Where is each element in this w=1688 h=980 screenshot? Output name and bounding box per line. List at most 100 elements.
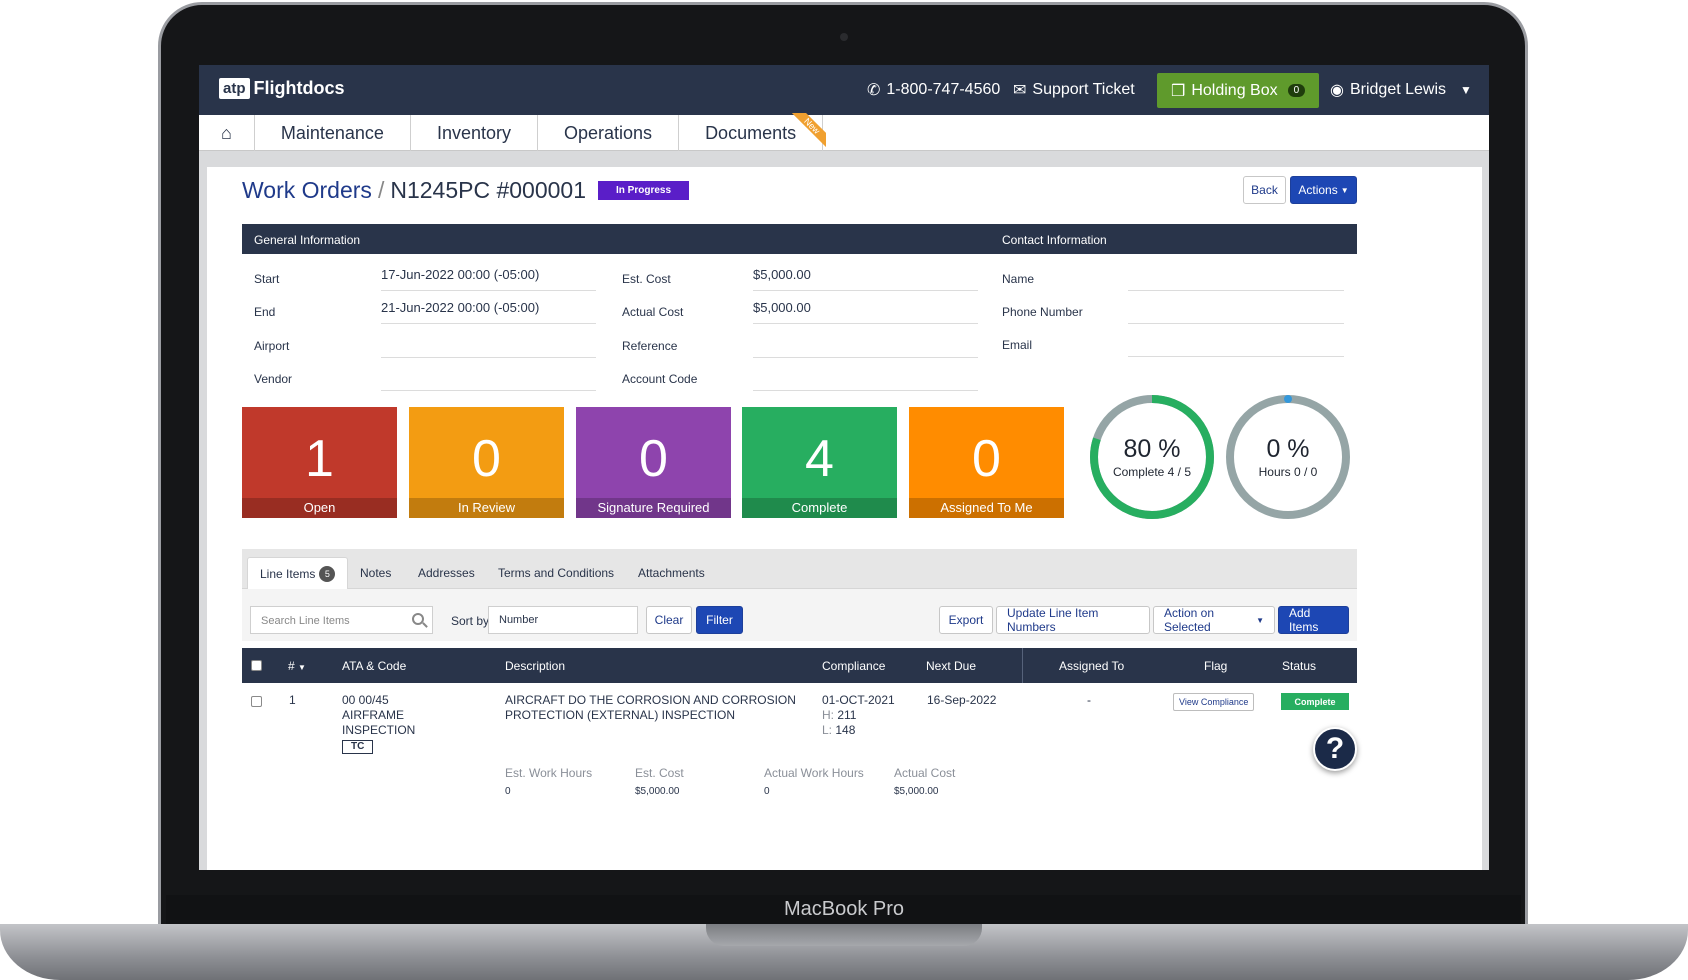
status-badge: In Progress (598, 181, 690, 200)
app-logo[interactable]: atp Flightdocs (219, 78, 345, 99)
help-button[interactable]: ? (1313, 727, 1357, 771)
tile-open-label: Open (242, 498, 397, 518)
device-label: MacBook Pro (783, 898, 905, 920)
nav-maintenance[interactable]: Maintenance (255, 115, 411, 151)
tile-assigned-label: Assigned To Me (909, 498, 1064, 518)
home-icon: ⌂ (221, 122, 232, 143)
tile-signature-label: Signature Required (576, 498, 731, 518)
phone-link[interactable]: ✆ 1-800-747-4560 (867, 65, 1000, 115)
end-label: End (254, 305, 276, 319)
logo-mark: atp (219, 78, 250, 99)
add-items-button[interactable]: Add Items (1278, 606, 1349, 634)
email-value (1128, 333, 1344, 357)
top-bar: atp Flightdocs ✆ 1-800-747-4560 ✉ Suppor… (199, 65, 1489, 115)
end-value: 21-Jun-2022 00:00 (-05:00) (381, 300, 596, 324)
holding-box-count: 0 (1287, 84, 1306, 97)
work-order-card: Work Orders / N1245PC #000001 In Progres… (207, 167, 1482, 870)
laptop-notch (706, 924, 982, 946)
nav-operations[interactable]: Operations (538, 115, 680, 151)
row-actual-cost-label: Actual Cost (894, 766, 956, 780)
nav-inventory[interactable]: Inventory (411, 115, 538, 151)
row-next-due: 16-Sep-2022 (927, 693, 997, 707)
row-actual-cost-value: $5,000.00 (894, 786, 939, 797)
sort-label: Sort by (451, 614, 490, 628)
actions-button[interactable]: Actions ▼ (1290, 176, 1357, 204)
tile-signature-required[interactable]: 0 Signature Required (576, 407, 731, 518)
tab-terms[interactable]: Terms and Conditions (486, 557, 626, 589)
camera (840, 33, 848, 41)
select-all-checkbox[interactable] (251, 660, 262, 671)
col-number[interactable]: # ▼ (288, 659, 306, 673)
completion-gauge: 80 % Complete 4 / 5 (1088, 393, 1216, 521)
tile-complete[interactable]: 4 Complete (742, 407, 897, 518)
breadcrumb-separator: / (377, 177, 385, 203)
tile-in-review[interactable]: 0 In Review (409, 407, 564, 518)
description-line1: AIRCRAFT DO THE CORROSION AND CORROSION (505, 693, 796, 707)
search-placeholder: Search Line Items (261, 615, 350, 627)
sort-caret-icon: ▼ (298, 663, 306, 672)
actions-label: Actions (1298, 183, 1338, 197)
tab-addresses[interactable]: Addresses (406, 557, 487, 589)
tab-line-items[interactable]: Line Items 5 (247, 557, 349, 589)
row-est-cost-label: Est. Cost (635, 766, 684, 780)
tile-open-count: 1 (305, 430, 334, 488)
phone-icon: ✆ (867, 82, 881, 99)
back-button[interactable]: Back (1243, 176, 1286, 204)
tile-open[interactable]: 1 Open (242, 407, 397, 518)
tile-assigned-to-me[interactable]: 0 Assigned To Me (909, 407, 1064, 518)
row-status-badge: Complete (1281, 693, 1349, 710)
new-ribbon: New (792, 113, 827, 147)
clear-button[interactable]: Clear (646, 606, 692, 634)
actual-work-hours: Actual Work Hours 0 (764, 766, 864, 799)
main-nav: ⌂ Maintenance Inventory Operations Docum… (199, 113, 1489, 151)
col-ata-code: ATA & Code (342, 659, 407, 673)
new-ribbon-label: New (792, 113, 827, 147)
airport-label: Airport (254, 339, 290, 353)
phone-label: Phone Number (1002, 305, 1083, 319)
view-compliance-button[interactable]: View Compliance (1173, 693, 1255, 711)
tab-attachments[interactable]: Attachments (626, 557, 717, 589)
ata-name-line1: AIRFRAME (342, 708, 405, 722)
phone-number: 1-800-747-4560 (886, 81, 1001, 98)
column-divider (1022, 648, 1023, 683)
ata-name-line2: INSPECTION (342, 723, 416, 737)
tab-notes[interactable]: Notes (348, 557, 403, 589)
user-name: Bridget Lewis (1349, 81, 1447, 98)
update-line-item-numbers-button[interactable]: Update Line Item Numbers (996, 606, 1150, 634)
tile-complete-label: Complete (742, 498, 897, 518)
vendor-label: Vendor (254, 372, 293, 386)
hours-detail: Hours 0 / 0 (1258, 465, 1318, 479)
row-compliance: 01-OCT-2021 H: 211 L: 148 (822, 693, 895, 738)
row-est-cost: Est. Cost $5,000.00 (635, 766, 684, 799)
start-label: Start (254, 272, 280, 286)
breadcrumb-work-orders[interactable]: Work Orders (242, 177, 372, 204)
envelope-icon: ✉ (1013, 82, 1027, 99)
actual-cost-value: $5,000.00 (753, 300, 978, 324)
est-cost-label: Est. Cost (622, 272, 671, 286)
search-input[interactable]: Search Line Items (250, 606, 433, 634)
user-icon: ◉ (1330, 82, 1344, 99)
col-status: Status (1282, 659, 1317, 673)
filter-button[interactable]: Filter (696, 606, 743, 634)
export-button[interactable]: Export (939, 606, 993, 634)
email-label: Email (1002, 338, 1033, 352)
nav-documents[interactable]: Documents New (679, 113, 827, 151)
compliance-date: 01-OCT-2021 (822, 693, 895, 707)
airport-value (381, 334, 596, 358)
caret-down-icon: ▼ (1340, 185, 1349, 195)
col-flag: Flag (1204, 659, 1228, 673)
action-on-selected-label: Action on Selected (1164, 606, 1215, 634)
home-nav[interactable]: ⌂ (199, 115, 255, 151)
support-ticket-link[interactable]: ✉ Support Ticket (1013, 65, 1135, 115)
sort-select[interactable]: Number (488, 606, 638, 634)
col-assigned-to: Assigned To (1059, 659, 1125, 673)
holding-box-button[interactable]: ❒ Holding Box 0 (1157, 73, 1320, 108)
row-checkbox[interactable] (251, 696, 262, 707)
caret-down-icon: ▼ (1256, 615, 1264, 625)
user-menu[interactable]: ◉ Bridget Lewis ▼ (1330, 65, 1472, 115)
reference-value (753, 334, 978, 358)
row-description[interactable]: AIRCRAFT DO THE CORROSION AND CORROSION … (505, 693, 796, 723)
action-on-selected-button[interactable]: Action on Selected ▼ (1153, 606, 1275, 634)
actual-cost-label: Actual Cost (622, 305, 684, 319)
hours-gauge: 0 % Hours 0 / 0 (1224, 393, 1352, 521)
